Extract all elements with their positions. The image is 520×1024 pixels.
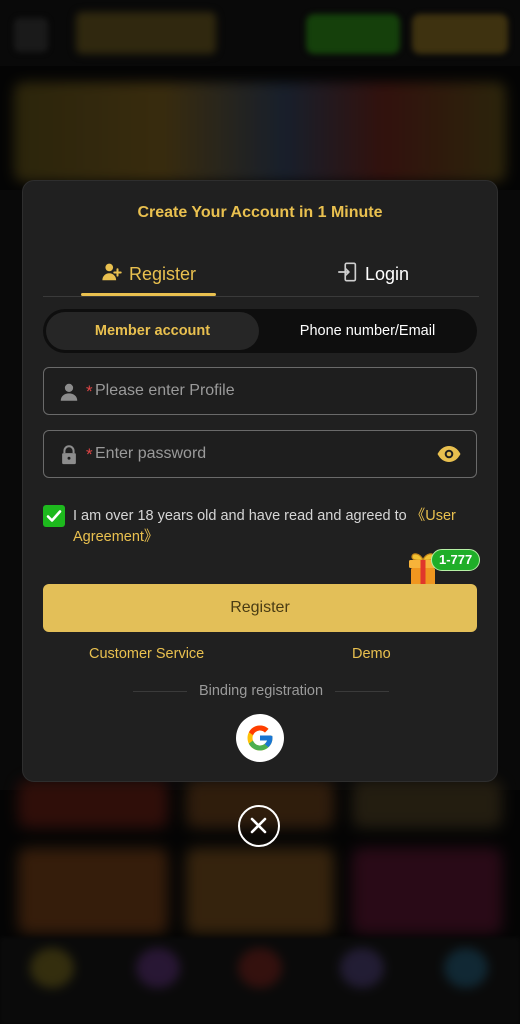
tab-login-label: Login <box>365 263 410 284</box>
check-icon <box>46 510 62 522</box>
google-icon <box>247 725 273 751</box>
auth-tabs: Register Login <box>43 251 479 297</box>
lock-icon <box>62 445 76 465</box>
tab-register-label: Register <box>129 263 197 284</box>
customer-service-link[interactable]: Customer Service <box>89 646 204 662</box>
divider-line <box>133 690 187 692</box>
modal-title: Create Your Account in 1 Minute <box>137 204 383 221</box>
password-input[interactable] <box>95 431 425 477</box>
gift-badge: 1-777 <box>431 549 481 571</box>
account-type-switch: Member account Phone number/Email <box>43 309 477 353</box>
agreement-label: I am over 18 years old and have read and… <box>73 508 411 524</box>
gift-promo[interactable]: 1-777 <box>405 548 487 588</box>
profile-field: * <box>43 367 477 415</box>
register-modal: Create Your Account in 1 Minute Register… <box>22 180 498 782</box>
member-account-option[interactable]: Member account <box>46 312 259 350</box>
register-button[interactable]: Register <box>43 584 477 632</box>
required-mark: * <box>86 382 93 401</box>
tab-register[interactable]: Register <box>101 251 196 297</box>
divider-line <box>335 690 390 692</box>
password-field: * <box>43 430 477 478</box>
close-button[interactable] <box>238 805 280 847</box>
demo-link[interactable]: Demo <box>352 646 391 662</box>
binding-label: Binding registration <box>198 683 324 699</box>
active-tab-indicator <box>81 293 216 296</box>
agreement-checkbox[interactable] <box>43 505 65 527</box>
phone-email-option[interactable]: Phone number/Email <box>261 312 474 350</box>
user-icon <box>60 383 78 401</box>
close-icon <box>250 817 267 834</box>
login-icon <box>337 261 359 288</box>
agreement-text: I am over 18 years old and have read and… <box>73 506 478 548</box>
google-login-button[interactable] <box>236 714 284 762</box>
add-user-icon <box>101 261 123 288</box>
profile-input[interactable] <box>95 368 425 414</box>
binding-divider: Binding registration <box>133 681 390 701</box>
tab-login[interactable]: Login <box>337 251 409 297</box>
required-mark: * <box>86 445 93 464</box>
eye-icon[interactable] <box>436 443 462 465</box>
